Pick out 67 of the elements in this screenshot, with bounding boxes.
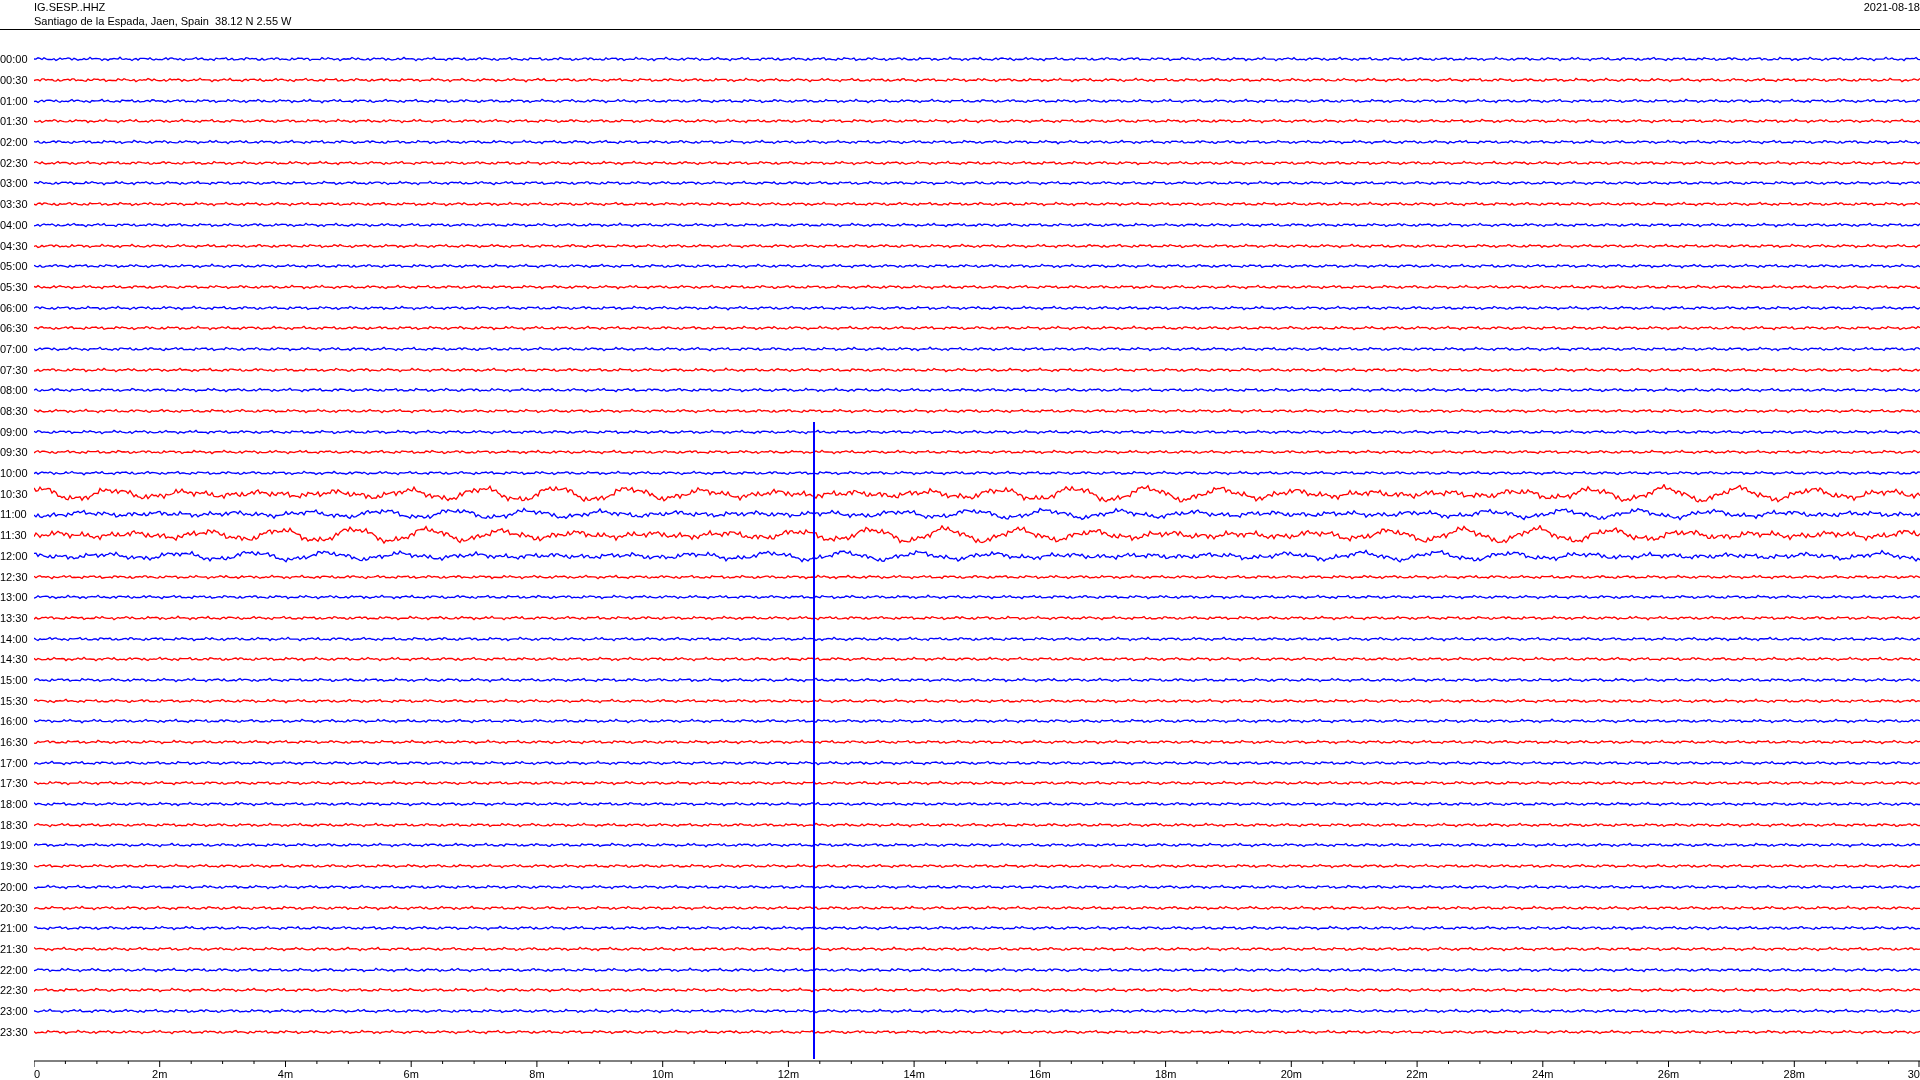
time-label: 21:00 <box>0 922 29 935</box>
time-label: 13:00 <box>0 591 29 604</box>
time-label: 08:00 <box>0 384 29 397</box>
time-label: 19:00 <box>0 839 29 852</box>
time-label: 01:00 <box>0 94 29 107</box>
time-label: 18:00 <box>0 798 29 811</box>
time-label: 14:00 <box>0 632 29 645</box>
time-label: 07:00 <box>0 342 29 355</box>
axis-tick-label: 30 <box>1907 1068 1920 1080</box>
time-label: 20:00 <box>0 880 29 893</box>
axis-tick-label: 10m <box>651 1068 674 1080</box>
date-label: 2021-08-18 <box>1863 0 1920 14</box>
time-label: 04:00 <box>0 218 29 231</box>
axis-tick-label: 26m <box>1657 1068 1680 1080</box>
axis-tick-label: 2m <box>152 1068 168 1080</box>
time-label: 05:30 <box>0 280 29 293</box>
time-label: 12:30 <box>0 570 29 583</box>
time-label: 21:30 <box>0 942 29 955</box>
axis-tick-label: 0 <box>34 1068 41 1080</box>
time-label: 23:00 <box>0 1004 29 1017</box>
time-label: 17:00 <box>0 756 29 769</box>
time-label: 00:30 <box>0 74 29 87</box>
time-label: 01:30 <box>0 115 29 128</box>
time-label: 16:30 <box>0 736 29 749</box>
station-location: Santiago de la Espada, Jaen, Spain 38.12 N 2.55 W <box>34 14 292 28</box>
time-label: 07:30 <box>0 363 29 376</box>
axis-tick-label: 6m <box>403 1068 419 1080</box>
time-label: 11:00 <box>0 508 28 521</box>
time-label: 22:00 <box>0 963 29 976</box>
axis-tick-label: 4m <box>277 1068 294 1080</box>
axis-tick-label: 22m <box>1406 1068 1428 1080</box>
time-label: 10:00 <box>0 467 29 480</box>
time-label: 13:30 <box>0 611 29 624</box>
time-label: 18:30 <box>0 818 29 831</box>
axis-tick-label: 14m <box>903 1068 925 1080</box>
time-label: 06:30 <box>0 322 29 335</box>
time-label: 06:00 <box>0 301 29 314</box>
time-label: 20:30 <box>0 901 29 914</box>
time-label: 15:00 <box>0 673 29 686</box>
time-label: 23:30 <box>0 1025 29 1038</box>
time-label: 14:30 <box>0 653 29 666</box>
time-label: 03:30 <box>0 198 29 211</box>
axis-tick-label: 20m <box>1280 1068 1303 1080</box>
time-label: 19:30 <box>0 860 29 873</box>
time-label: 22:30 <box>0 984 29 997</box>
time-label: 11:30 <box>0 529 28 542</box>
axis-tick-label: 18m <box>1154 1068 1177 1080</box>
time-label: 02:00 <box>0 136 29 149</box>
time-label: 09:00 <box>0 425 29 438</box>
time-label: 15:30 <box>0 694 29 707</box>
time-label: 02:30 <box>0 156 29 169</box>
axis-tick-label: 12m <box>777 1068 800 1080</box>
time-label: 12:00 <box>0 549 29 562</box>
time-label: 00:00 <box>0 53 29 66</box>
time-label: 10:30 <box>0 487 29 500</box>
axis-tick-label: 24m <box>1532 1068 1554 1080</box>
time-label: 05:00 <box>0 260 29 273</box>
time-label: 09:30 <box>0 446 29 459</box>
time-label: 04:30 <box>0 239 29 252</box>
axis-tick-label: 16m <box>1029 1068 1051 1080</box>
time-label: 16:00 <box>0 715 29 728</box>
axis-tick-label: 28m <box>1783 1068 1805 1080</box>
axis-tick-label: 8m <box>529 1068 545 1080</box>
time-label: 03:00 <box>0 177 29 190</box>
time-label: 17:30 <box>0 777 29 790</box>
station-code: IG.SESP..HHZ <box>34 0 106 14</box>
time-label: 08:30 <box>0 405 29 418</box>
